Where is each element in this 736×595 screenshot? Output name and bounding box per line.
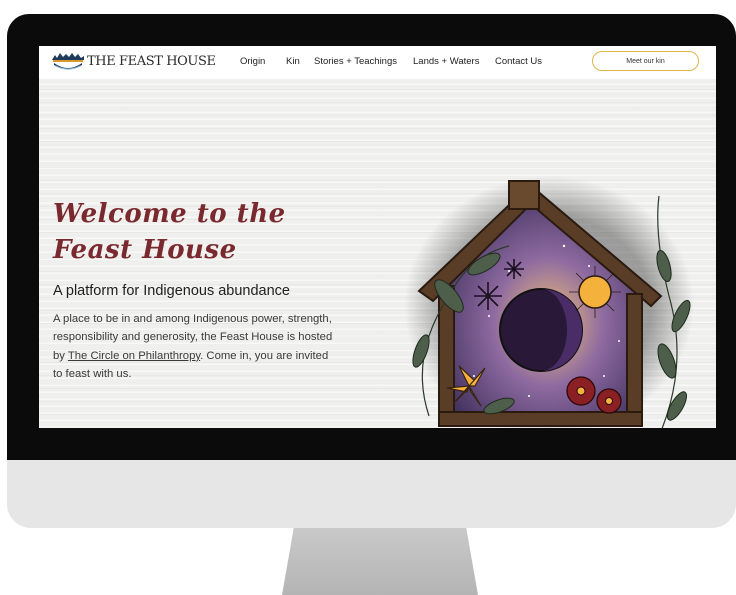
- browser-screen: THE FEAST HOUSE Origin Kin Stories + Tea…: [39, 46, 716, 428]
- nav-link-kin[interactable]: Kin: [286, 56, 300, 67]
- nav-link-stories-teachings[interactable]: Stories + Teachings: [314, 56, 397, 67]
- nav-link-lands-waters[interactable]: Lands + Waters: [413, 56, 479, 67]
- hero-headline: Welcome to the Feast House: [53, 199, 286, 265]
- monitor-stand: [282, 528, 478, 595]
- nav-link-origin[interactable]: Origin: [240, 56, 265, 67]
- hero-body: A place to be in and among Indigenous po…: [53, 310, 335, 384]
- feast-house-logo-icon[interactable]: [51, 51, 85, 73]
- monitor-chin: [7, 460, 736, 528]
- logo-text[interactable]: THE FEAST HOUSE: [87, 54, 216, 69]
- nav-link-contact-us[interactable]: Contact Us: [495, 56, 542, 67]
- circle-on-philanthropy-link[interactable]: The Circle on Philanthropy: [68, 350, 200, 362]
- top-nav: THE FEAST HOUSE Origin Kin Stories + Tea…: [39, 46, 716, 79]
- hero-subheading: A platform for Indigenous abundance: [53, 283, 290, 299]
- meet-our-kin-button[interactable]: Meet our kin: [592, 51, 699, 71]
- house-illustration: [404, 176, 694, 428]
